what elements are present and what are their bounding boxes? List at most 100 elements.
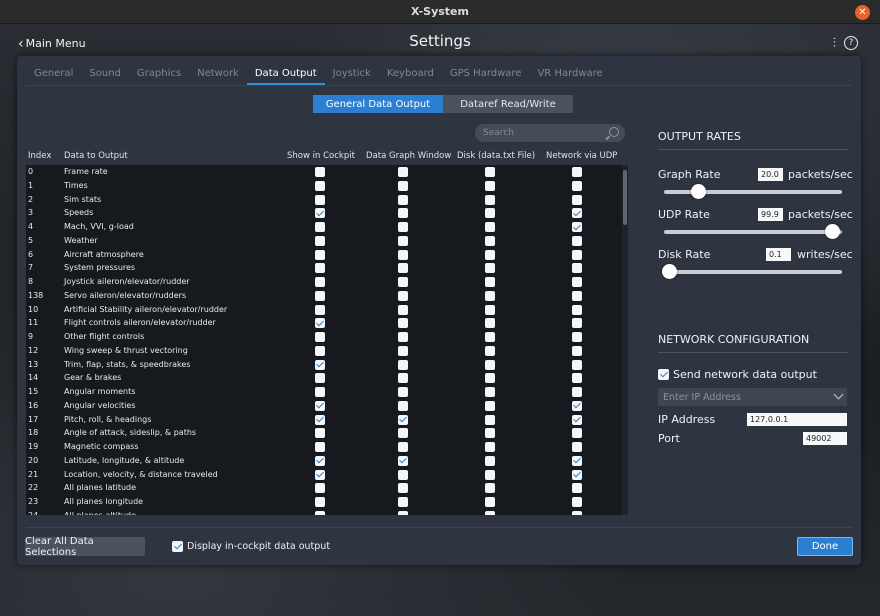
- checkbox-disk[interactable]: [485, 345, 495, 356]
- display-in-cockpit-checkbox[interactable]: [172, 541, 183, 552]
- udp-rate-slider-knob[interactable]: [825, 224, 840, 239]
- checkbox-disk[interactable]: [485, 167, 495, 177]
- checkbox-network[interactable]: [572, 373, 582, 384]
- checkbox-graph[interactable]: [398, 222, 408, 232]
- checkbox-graph[interactable]: [398, 194, 408, 205]
- checkbox-graph[interactable]: [398, 318, 408, 329]
- checkbox-graph[interactable]: [398, 469, 408, 480]
- checkbox-cockpit[interactable]: [315, 455, 325, 466]
- done-button[interactable]: Done: [797, 537, 853, 556]
- checkbox-cockpit[interactable]: [315, 414, 325, 425]
- scrollbar-thumb[interactable]: [623, 170, 627, 225]
- checkbox-graph[interactable]: [398, 428, 408, 439]
- checkbox-disk[interactable]: [485, 208, 495, 219]
- checkbox-graph[interactable]: [398, 235, 408, 246]
- checkbox-disk[interactable]: [485, 277, 495, 287]
- checkbox-cockpit[interactable]: [315, 345, 325, 356]
- checkbox-disk[interactable]: [485, 263, 495, 274]
- checkbox-network[interactable]: [572, 249, 582, 260]
- checkbox-cockpit[interactable]: [315, 510, 325, 515]
- checkbox-cockpit[interactable]: [315, 249, 325, 260]
- checkbox-network[interactable]: [572, 194, 582, 205]
- display-in-cockpit-toggle[interactable]: Display in-cockpit data output: [172, 541, 330, 552]
- port-input[interactable]: 49002: [803, 432, 847, 445]
- tab-keyboard[interactable]: Keyboard: [379, 64, 442, 85]
- checkbox-disk[interactable]: [485, 442, 495, 452]
- checkbox-network[interactable]: [572, 304, 582, 315]
- checkbox-disk[interactable]: [485, 194, 495, 205]
- checkbox-cockpit[interactable]: [315, 483, 325, 494]
- close-window-button[interactable]: ✕: [855, 5, 870, 20]
- checkbox-cockpit[interactable]: [315, 263, 325, 274]
- tab-gps-hardware[interactable]: GPS Hardware: [442, 64, 530, 85]
- checkbox-disk[interactable]: [485, 387, 495, 397]
- checkbox-graph[interactable]: [398, 249, 408, 260]
- search-input[interactable]: Search: [475, 124, 625, 142]
- checkbox-network[interactable]: [572, 318, 582, 329]
- checkbox-graph[interactable]: [398, 442, 408, 452]
- checkbox-cockpit[interactable]: [315, 318, 325, 329]
- checkbox-graph[interactable]: [398, 497, 408, 507]
- checkbox-disk[interactable]: [485, 222, 495, 232]
- ip-address-dropdown[interactable]: Enter IP Address: [658, 388, 847, 406]
- checkbox-network[interactable]: [572, 180, 582, 191]
- checkbox-cockpit[interactable]: [315, 469, 325, 480]
- checkbox-graph[interactable]: [398, 332, 408, 342]
- checkbox-disk[interactable]: [485, 373, 495, 384]
- checkbox-disk[interactable]: [485, 400, 495, 411]
- checkbox-graph[interactable]: [398, 359, 408, 370]
- checkbox-network[interactable]: [572, 167, 582, 177]
- disk-rate-input[interactable]: 0.1: [766, 248, 791, 261]
- checkbox-network[interactable]: [572, 510, 582, 515]
- checkbox-disk[interactable]: [485, 290, 495, 301]
- checkbox-cockpit[interactable]: [315, 387, 325, 397]
- checkbox-disk[interactable]: [485, 235, 495, 246]
- checkbox-network[interactable]: [572, 442, 582, 452]
- checkbox-disk[interactable]: [485, 428, 495, 439]
- checkbox-disk[interactable]: [485, 469, 495, 480]
- checkbox-network[interactable]: [572, 263, 582, 274]
- sliders-icon[interactable]: ⫶: [833, 36, 836, 51]
- checkbox-graph[interactable]: [398, 167, 408, 177]
- checkbox-disk[interactable]: [485, 304, 495, 315]
- checkbox-cockpit[interactable]: [315, 332, 325, 342]
- checkbox-disk[interactable]: [485, 455, 495, 466]
- checkbox-cockpit[interactable]: [315, 373, 325, 384]
- tab-graphics[interactable]: Graphics: [129, 64, 189, 85]
- checkbox-graph[interactable]: [398, 414, 408, 425]
- checkbox-cockpit[interactable]: [315, 235, 325, 246]
- tab-sound[interactable]: Sound: [81, 64, 129, 85]
- checkbox-network[interactable]: [572, 208, 582, 219]
- checkbox-graph[interactable]: [398, 304, 408, 315]
- checkbox-cockpit[interactable]: [315, 304, 325, 315]
- clear-all-button[interactable]: Clear All Data Selections: [25, 536, 145, 558]
- checkbox-cockpit[interactable]: [315, 208, 325, 219]
- checkbox-network[interactable]: [572, 359, 582, 370]
- checkbox-cockpit[interactable]: [315, 167, 325, 177]
- subtab-dataref-read-write[interactable]: Dataref Read/Write: [443, 95, 573, 113]
- checkbox-graph[interactable]: [398, 483, 408, 494]
- subtab-general-data-output[interactable]: General Data Output: [313, 95, 443, 113]
- checkbox-cockpit[interactable]: [315, 180, 325, 191]
- checkbox-cockpit[interactable]: [315, 290, 325, 301]
- tab-general[interactable]: General: [26, 64, 81, 85]
- checkbox-disk[interactable]: [485, 249, 495, 260]
- checkbox-graph[interactable]: [398, 263, 408, 274]
- checkbox-disk[interactable]: [485, 414, 495, 425]
- checkbox-cockpit[interactable]: [315, 497, 325, 507]
- checkbox-graph[interactable]: [398, 455, 408, 466]
- checkbox-network[interactable]: [572, 345, 582, 356]
- checkbox-graph[interactable]: [398, 387, 408, 397]
- checkbox-cockpit[interactable]: [315, 277, 325, 287]
- checkbox-graph[interactable]: [398, 180, 408, 191]
- disk-rate-slider[interactable]: [664, 270, 842, 274]
- checkbox-graph[interactable]: [398, 373, 408, 384]
- tab-network[interactable]: Network: [189, 64, 247, 85]
- help-icon[interactable]: ?: [844, 36, 858, 50]
- graph-rate-input[interactable]: 20.0: [758, 168, 783, 181]
- udp-rate-slider[interactable]: [664, 230, 842, 234]
- checkbox-graph[interactable]: [398, 510, 408, 515]
- checkbox-network[interactable]: [572, 332, 582, 342]
- checkbox-disk[interactable]: [485, 180, 495, 191]
- ip-address-input[interactable]: 127.0.0.1: [747, 413, 847, 426]
